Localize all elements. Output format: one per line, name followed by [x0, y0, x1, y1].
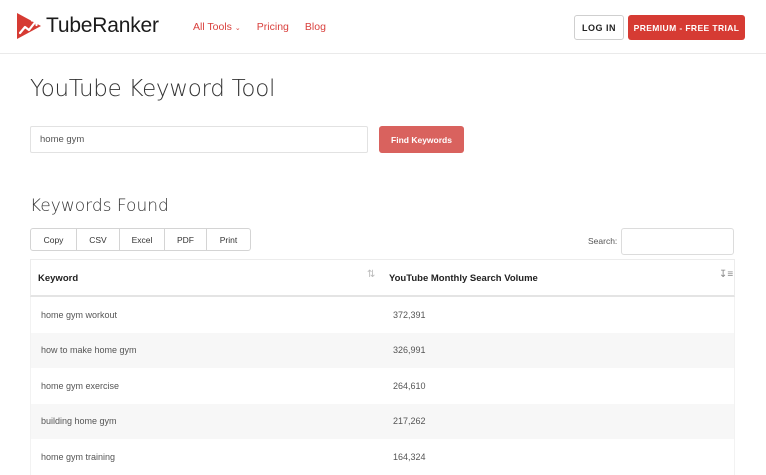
- table-row[interactable]: home gym exercise 264,610: [30, 368, 735, 404]
- volume-cell: 264,610: [393, 380, 426, 391]
- top-navbar: TubeRanker All Tools ⌄ Pricing Blog LOG I…: [0, 0, 766, 54]
- column-header-volume[interactable]: YouTube Monthly Search Volume: [389, 273, 538, 284]
- keyword-cell: building home gym: [41, 416, 117, 427]
- nav-blog[interactable]: Blog: [305, 21, 326, 33]
- play-trend-icon: [17, 13, 41, 39]
- table-row[interactable]: home gym workout 372,391: [30, 297, 735, 333]
- volume-cell: 372,391: [393, 309, 426, 320]
- volume-cell: 326,991: [393, 345, 426, 356]
- nav-all-tools[interactable]: All Tools ⌄: [193, 21, 241, 33]
- csv-button[interactable]: CSV: [76, 228, 120, 251]
- keyword-cell: home gym workout: [41, 309, 118, 320]
- find-keywords-button[interactable]: Find Keywords: [379, 126, 464, 153]
- keyword-cell: home gym exercise: [41, 380, 120, 391]
- table-row[interactable]: how to make home gym 326,991: [30, 332, 735, 368]
- main-nav: All Tools ⌄ Pricing Blog: [193, 21, 326, 33]
- keyword-cell: home gym training: [41, 451, 116, 462]
- sort-icon[interactable]: ⇅: [367, 269, 375, 280]
- keyword-cell: how to make home gym: [41, 345, 137, 356]
- copy-button[interactable]: Copy: [30, 228, 77, 251]
- brand-logo[interactable]: TubeRanker: [16, 12, 159, 40]
- nav-pricing[interactable]: Pricing: [257, 21, 289, 33]
- results-title: Keywords Found: [30, 196, 169, 216]
- volume-cell: 217,262: [393, 416, 426, 427]
- excel-button[interactable]: Excel: [119, 228, 165, 251]
- table-search-label: Search:: [588, 236, 618, 246]
- premium-trial-button[interactable]: PREMIUM - FREE TRIAL: [628, 15, 745, 40]
- table-row[interactable]: building home gym 217,262: [30, 403, 735, 439]
- chevron-down-icon: ⌄: [234, 25, 241, 32]
- export-button-group: Copy CSV Excel PDF Print: [30, 228, 251, 251]
- sort-desc-icon[interactable]: ↧≡: [719, 269, 733, 280]
- keyword-input[interactable]: [30, 126, 368, 153]
- volume-cell: 164,324: [393, 451, 426, 462]
- table-header: Keyword ⇅ YouTube Monthly Search Volume …: [30, 259, 735, 297]
- pdf-button[interactable]: PDF: [164, 228, 207, 251]
- login-button[interactable]: LOG IN: [574, 15, 624, 40]
- nav-all-tools-label: All Tools: [193, 21, 232, 33]
- table-row[interactable]: home gym training 164,324: [30, 439, 735, 475]
- print-button[interactable]: Print: [206, 228, 251, 251]
- table-search-input[interactable]: [621, 228, 734, 255]
- brand-name: TubeRanker: [46, 14, 159, 37]
- column-header-keyword[interactable]: Keyword: [38, 273, 78, 284]
- keywords-table: Keyword ⇅ YouTube Monthly Search Volume …: [30, 259, 735, 475]
- page-title: YouTube Keyword Tool: [30, 76, 276, 102]
